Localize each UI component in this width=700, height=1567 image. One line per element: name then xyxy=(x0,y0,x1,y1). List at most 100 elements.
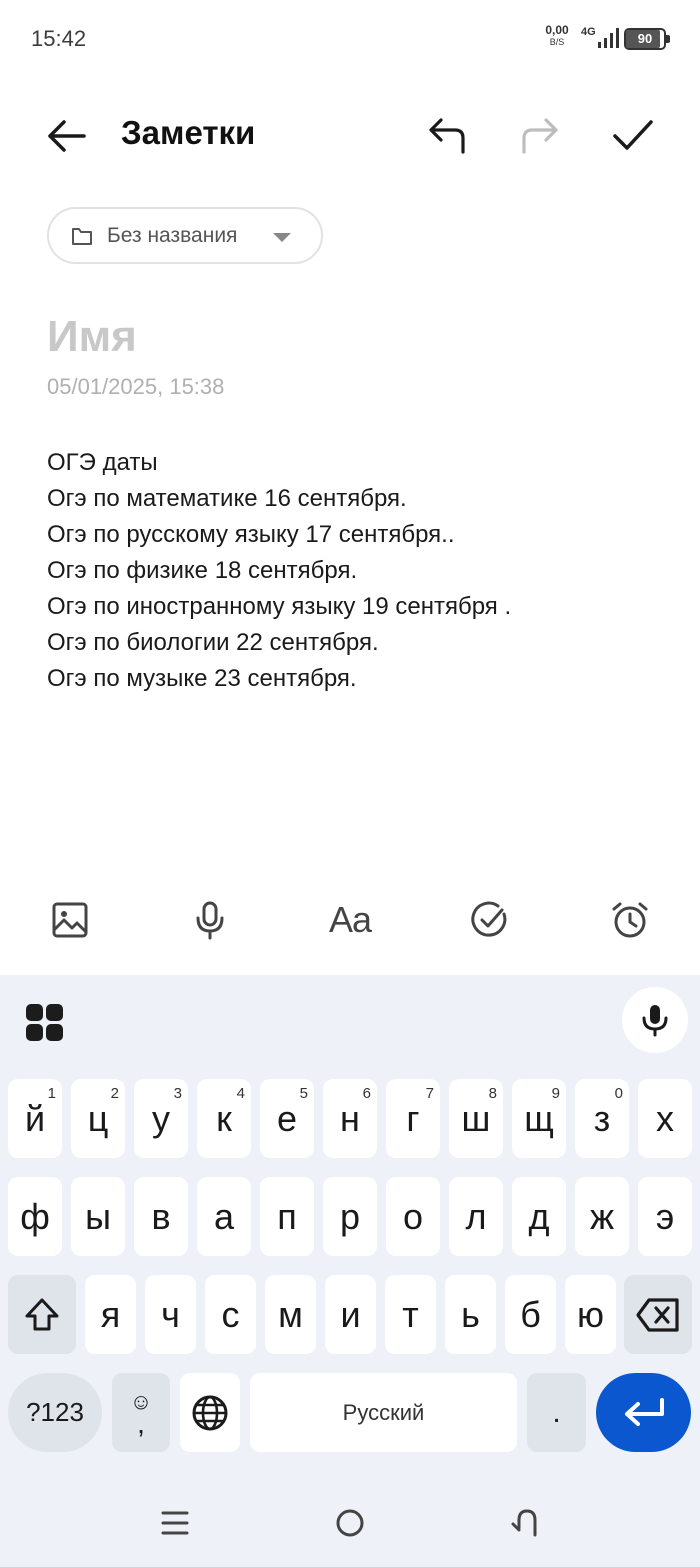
circle-icon xyxy=(336,1509,364,1537)
backspace-icon xyxy=(636,1297,679,1332)
key-щ[interactable]: щ9 xyxy=(512,1079,566,1158)
text-format-label: Aa xyxy=(328,899,372,940)
key-п[interactable]: п xyxy=(260,1177,314,1256)
note-line: Огэ по русскому языку 17 сентября.. xyxy=(47,521,455,548)
enter-key[interactable] xyxy=(596,1373,691,1452)
note-line: Огэ по физике 18 сентября. xyxy=(47,557,358,584)
chevron-down-icon xyxy=(273,233,291,242)
redo-icon xyxy=(522,118,558,154)
key-о[interactable]: о xyxy=(386,1177,440,1256)
soft-keyboard: й1 ц2 у3 к4 е5 н6 г7 ш8 щ9 з0 х ф ы в а … xyxy=(0,975,700,1567)
comma-label: , xyxy=(137,1407,145,1439)
voice-input-button[interactable] xyxy=(622,987,688,1053)
signal-strength-icon xyxy=(598,28,619,48)
voice-note-button[interactable] xyxy=(186,896,234,944)
key-в[interactable]: в xyxy=(134,1177,188,1256)
shift-key[interactable] xyxy=(8,1275,76,1354)
key-е[interactable]: е5 xyxy=(260,1079,314,1158)
app-header: Заметки xyxy=(0,90,700,180)
note-line: Огэ по математике 16 сентября. xyxy=(47,485,407,512)
apps-grid-icon[interactable] xyxy=(24,1002,64,1042)
key-р[interactable]: р xyxy=(323,1177,377,1256)
alarm-clock-icon xyxy=(612,902,648,938)
redo-button[interactable] xyxy=(512,108,568,164)
battery-level: 90 xyxy=(637,31,653,46)
emoji-comma-key[interactable]: ☺ , xyxy=(112,1373,170,1452)
back-button[interactable] xyxy=(38,108,94,164)
key-к[interactable]: к4 xyxy=(197,1079,251,1158)
key-с[interactable]: с xyxy=(205,1275,256,1354)
network-speed-value: 0,00 xyxy=(545,23,569,37)
key-л[interactable]: л xyxy=(449,1177,503,1256)
globe-icon xyxy=(192,1395,228,1430)
key-я[interactable]: я xyxy=(85,1275,136,1354)
key-н[interactable]: н6 xyxy=(323,1079,377,1158)
check-circle-icon xyxy=(471,901,507,937)
text-format-button[interactable]: Aa xyxy=(326,896,374,944)
key-д[interactable]: д xyxy=(512,1177,566,1256)
key-х[interactable]: х xyxy=(638,1079,692,1158)
folder-label: Без названия xyxy=(107,223,238,247)
key-ш[interactable]: ш8 xyxy=(449,1079,503,1158)
microphone-icon xyxy=(642,1005,668,1037)
symbols-key[interactable]: ?123 xyxy=(8,1373,102,1452)
menu-icon xyxy=(161,1511,189,1535)
checkmark-icon xyxy=(613,120,653,150)
language-key[interactable] xyxy=(180,1373,240,1452)
folder-selector[interactable]: Без названия xyxy=(47,207,323,264)
formatting-toolbar: Aa xyxy=(0,880,700,960)
undo-icon xyxy=(429,118,465,154)
key-у[interactable]: у3 xyxy=(134,1079,188,1158)
key-ц[interactable]: ц2 xyxy=(71,1079,125,1158)
arrow-left-icon xyxy=(48,120,86,152)
image-icon xyxy=(52,902,88,938)
microphone-icon xyxy=(196,901,224,940)
key-ч[interactable]: ч xyxy=(145,1275,196,1354)
shift-icon xyxy=(25,1298,59,1330)
battery-icon: 90 xyxy=(624,28,670,50)
page-title: Заметки xyxy=(121,114,256,151)
key-г[interactable]: г7 xyxy=(386,1079,440,1158)
space-bar-label: Русский xyxy=(342,1399,425,1425)
key-м[interactable]: м xyxy=(265,1275,316,1354)
checklist-button[interactable] xyxy=(466,896,514,944)
enter-icon xyxy=(624,1397,664,1426)
network-type-label: 4G xyxy=(581,26,596,38)
folder-icon xyxy=(72,227,92,245)
key-з[interactable]: з0 xyxy=(575,1079,629,1158)
key-и[interactable]: и xyxy=(325,1275,376,1354)
network-speed-indicator: 0,00 B/S xyxy=(542,24,572,47)
symbols-key-label: ?123 xyxy=(26,1397,84,1427)
note-line: Огэ по иностранному языку 19 сентября . xyxy=(47,593,512,620)
note-line: ОГЭ даты xyxy=(47,449,158,476)
back-nav-button[interactable] xyxy=(500,1498,550,1548)
note-body-editor[interactable]: ОГЭ даты Огэ по математике 16 сентября. … xyxy=(47,445,667,697)
space-bar[interactable]: Русский xyxy=(250,1373,517,1452)
key-ж[interactable]: ж xyxy=(575,1177,629,1256)
key-т[interactable]: т xyxy=(385,1275,436,1354)
key-э[interactable]: э xyxy=(638,1177,692,1256)
insert-image-button[interactable] xyxy=(46,896,94,944)
key-а[interactable]: а xyxy=(197,1177,251,1256)
recent-apps-button[interactable] xyxy=(150,1498,200,1548)
system-navigation-bar xyxy=(0,1480,700,1567)
status-time: 15:42 xyxy=(31,26,87,51)
back-arch-icon xyxy=(511,1509,537,1537)
network-speed-unit: B/S xyxy=(549,37,565,47)
undo-button[interactable] xyxy=(419,108,475,164)
period-key[interactable]: . xyxy=(527,1373,586,1452)
key-ы[interactable]: ы xyxy=(71,1177,125,1256)
key-й[interactable]: й1 xyxy=(8,1079,62,1158)
key-ю[interactable]: ю xyxy=(565,1275,616,1354)
reminder-button[interactable] xyxy=(606,896,654,944)
key-б[interactable]: б xyxy=(505,1275,556,1354)
key-ф[interactable]: ф xyxy=(8,1177,62,1256)
status-bar: 15:42 0,00 B/S 4G 90 xyxy=(0,0,700,80)
note-timestamp: 05/01/2025, 15:38 xyxy=(47,374,225,399)
note-title-input[interactable]: Имя xyxy=(47,312,137,362)
backspace-key[interactable] xyxy=(624,1275,692,1354)
key-ь[interactable]: ь xyxy=(445,1275,496,1354)
note-line: Огэ по биологии 22 сентября. xyxy=(47,629,379,656)
home-button[interactable] xyxy=(325,1498,375,1548)
save-button[interactable] xyxy=(605,108,661,164)
